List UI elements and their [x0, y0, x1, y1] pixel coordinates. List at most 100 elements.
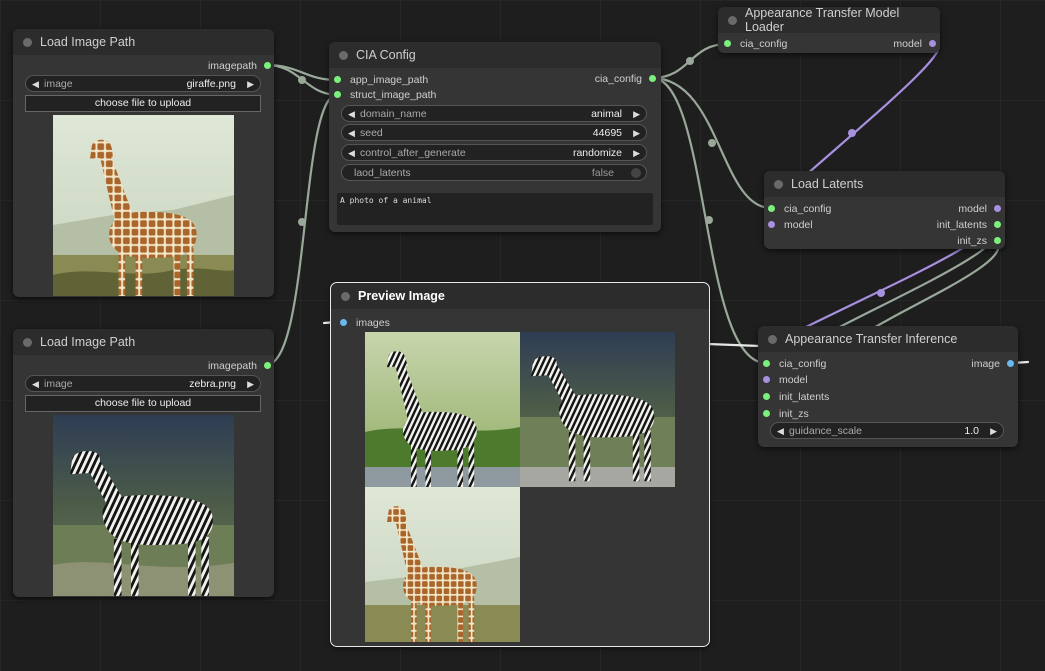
input-slot-dot-icon[interactable]: [334, 76, 341, 83]
input-slot-dot-icon[interactable]: [768, 205, 775, 212]
toggle-knob-icon[interactable]: [631, 168, 641, 178]
input-images[interactable]: images: [340, 316, 390, 330]
input-slot-dot-icon[interactable]: [763, 393, 770, 400]
guidance-scale-number[interactable]: ◀ guidance_scale 1.0 ▶: [770, 422, 1004, 439]
input-label: struct_image_path: [350, 89, 437, 101]
zebra-image-preview: [53, 415, 234, 596]
node-title-bar[interactable]: Preview Image: [331, 283, 709, 309]
input-model[interactable]: model: [763, 373, 808, 387]
input-label: init_latents: [779, 391, 830, 403]
widget-value: giraffe.png: [186, 78, 236, 90]
preview-result-giraffe[interactable]: [365, 487, 520, 642]
arrow-left-icon[interactable]: ◀: [32, 376, 39, 393]
image-combo[interactable]: ◀ image giraffe.png ▶: [25, 75, 261, 92]
arrow-left-icon[interactable]: ◀: [348, 125, 355, 142]
input-struct-image-path[interactable]: struct_image_path: [334, 88, 436, 102]
node-title-bar[interactable]: Appearance Transfer Model Loader: [718, 6, 940, 34]
node-load-image-giraffe[interactable]: Load Image Path imagepath ◀ image giraff…: [13, 29, 274, 297]
node-load-image-zebra[interactable]: Load Image Path imagepath ◀ image zebra.…: [13, 329, 274, 597]
input-label: app_image_path: [350, 74, 429, 86]
collapse-dot-icon[interactable]: [768, 334, 777, 344]
upload-button[interactable]: choose file to upload: [25, 95, 261, 112]
input-slot-dot-icon[interactable]: [340, 319, 347, 326]
image-combo[interactable]: ◀ image zebra.png ▶: [25, 375, 261, 392]
link-image-preview[interactable]: [706, 342, 762, 348]
output-slot-dot-icon[interactable]: [994, 221, 1001, 228]
input-slot-dot-icon[interactable]: [763, 360, 770, 367]
input-init-latents[interactable]: init_latents: [763, 390, 829, 404]
input-cia-config[interactable]: cia_config: [724, 37, 787, 51]
output-imagepath[interactable]: imagepath: [208, 359, 271, 373]
node-preview-image[interactable]: Preview Image images: [330, 282, 710, 647]
node-model-loader[interactable]: Appearance Transfer Model Loader cia_con…: [718, 6, 940, 53]
arrow-left-icon[interactable]: ◀: [348, 106, 355, 123]
node-title-bar[interactable]: Load Image Path: [13, 329, 274, 355]
node-appearance-transfer-inference[interactable]: Appearance Transfer Inference cia_config…: [758, 326, 1018, 447]
node-cia-config[interactable]: CIA Config app_image_path struct_image_p…: [329, 42, 661, 232]
input-slot-dot-icon[interactable]: [334, 91, 341, 98]
input-label: model: [784, 219, 813, 231]
arrow-left-icon[interactable]: ◀: [32, 76, 39, 93]
widget-value: 1.0: [964, 425, 979, 437]
output-slot-dot-icon[interactable]: [264, 362, 271, 369]
preview-result-zebra[interactable]: [520, 332, 675, 487]
output-imagepath[interactable]: imagepath: [208, 59, 271, 73]
input-slot-dot-icon[interactable]: [763, 376, 770, 383]
arrow-right-icon[interactable]: ▶: [633, 145, 640, 162]
node-load-latents[interactable]: Load Latents cia_config model model init…: [764, 171, 1005, 249]
node-title-bar[interactable]: CIA Config: [329, 42, 661, 68]
node-title-bar[interactable]: Appearance Transfer Inference: [758, 326, 1018, 352]
output-image[interactable]: image: [971, 357, 1014, 371]
output-label: cia_config: [594, 73, 642, 85]
collapse-dot-icon[interactable]: [341, 291, 350, 301]
collapse-dot-icon[interactable]: [23, 337, 32, 347]
laod-latents-toggle[interactable]: laod_latents false: [341, 164, 647, 181]
arrow-right-icon[interactable]: ▶: [247, 76, 254, 93]
input-slot-dot-icon[interactable]: [724, 40, 731, 47]
output-slot-dot-icon[interactable]: [264, 62, 271, 69]
link-model-latents[interactable]: [804, 42, 940, 177]
output-slot-dot-icon[interactable]: [649, 75, 656, 82]
node-title-bar[interactable]: Load Latents: [764, 171, 1005, 197]
input-model[interactable]: model: [768, 218, 813, 232]
domain-name-combo[interactable]: ◀ domain_name animal ▶: [341, 105, 647, 122]
widget-label: image: [44, 378, 73, 390]
output-init-latents[interactable]: init_latents: [937, 218, 1001, 232]
input-init-zs[interactable]: init_zs: [763, 407, 809, 421]
upload-button[interactable]: choose file to upload: [25, 395, 261, 412]
arrow-right-icon[interactable]: ▶: [990, 423, 997, 440]
output-slot-dot-icon[interactable]: [994, 237, 1001, 244]
output-slot-dot-icon[interactable]: [1007, 360, 1014, 367]
seed-number[interactable]: ◀ seed 44695 ▶: [341, 124, 647, 141]
arrow-right-icon[interactable]: ▶: [633, 125, 640, 142]
arrow-right-icon[interactable]: ▶: [633, 106, 640, 123]
input-cia-config[interactable]: cia_config: [763, 357, 826, 371]
arrow-left-icon[interactable]: ◀: [777, 423, 784, 440]
output-init-zs[interactable]: init_zs: [957, 234, 1001, 248]
widget-label: seed: [360, 127, 383, 139]
input-label: init_zs: [779, 408, 809, 420]
output-model[interactable]: model: [893, 37, 936, 51]
input-slot-dot-icon[interactable]: [763, 410, 770, 417]
collapse-dot-icon[interactable]: [774, 179, 783, 189]
node-title-bar[interactable]: Load Image Path: [13, 29, 274, 55]
output-slot-dot-icon[interactable]: [994, 205, 1001, 212]
link-imagepath-struct[interactable]: [264, 93, 339, 367]
output-cia-config[interactable]: cia_config: [595, 72, 656, 86]
output-label: imagepath: [207, 360, 257, 372]
output-model[interactable]: model: [958, 202, 1001, 216]
input-app-image-path[interactable]: app_image_path: [334, 73, 428, 87]
collapse-dot-icon[interactable]: [23, 37, 32, 47]
output-slot-dot-icon[interactable]: [929, 40, 936, 47]
arrow-left-icon[interactable]: ◀: [348, 145, 355, 162]
widget-label: image: [44, 78, 73, 90]
input-slot-dot-icon[interactable]: [768, 221, 775, 228]
control-after-generate-combo[interactable]: ◀ control_after_generate randomize ▶: [341, 144, 647, 161]
input-label: cia_config: [740, 38, 788, 50]
input-cia-config[interactable]: cia_config: [768, 202, 831, 216]
preview-result-zebra-striped-giraffe[interactable]: [365, 332, 520, 487]
collapse-dot-icon[interactable]: [339, 50, 348, 60]
arrow-right-icon[interactable]: ▶: [247, 376, 254, 393]
prompt-textarea[interactable]: A photo of a animal: [337, 193, 653, 225]
collapse-dot-icon[interactable]: [728, 15, 737, 25]
